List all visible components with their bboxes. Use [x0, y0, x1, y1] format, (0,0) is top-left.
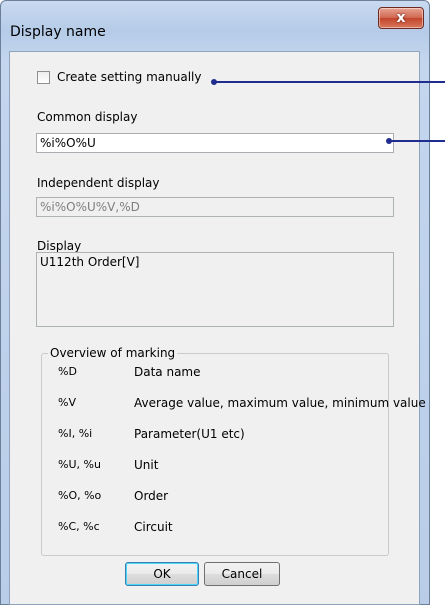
marking-desc: Order [134, 489, 169, 503]
marking-code: %O, %o [58, 489, 102, 502]
marking-row: %V Average value, maximum value, minimum… [42, 396, 426, 414]
marking-code: %D [58, 365, 77, 378]
marking-row: %C, %c Circuit [42, 520, 388, 538]
marking-desc: Circuit [134, 520, 173, 534]
marking-code: %I, %i [58, 427, 93, 440]
create-manually-checkbox[interactable] [37, 70, 50, 84]
dialog-window: Display name x Create setting manually C… [0, 0, 430, 605]
marking-row: %I, %i Parameter(U1 etc) [42, 427, 388, 445]
marking-row: %O, %o Order [42, 489, 388, 507]
common-display-input[interactable]: %i%O%U [36, 133, 394, 153]
cancel-button[interactable]: Cancel [204, 562, 280, 586]
marking-desc: Average value, maximum value, minimum va… [134, 396, 426, 410]
marking-code: %V [58, 396, 76, 409]
marking-desc: Parameter(U1 etc) [134, 427, 245, 441]
callout-line-manual [214, 81, 445, 83]
independent-display-label: Independent display [37, 176, 160, 190]
title-bar[interactable]: Display name x [1, 1, 429, 51]
marking-code: %C, %c [58, 520, 100, 533]
marking-desc: Unit [134, 458, 159, 472]
close-button[interactable]: x [378, 7, 424, 29]
dialog-title: Display name [10, 24, 106, 40]
marking-row: %D Data name [42, 365, 388, 383]
marking-row: %U, %u Unit [42, 458, 388, 476]
display-preview: U112th Order[V] [36, 252, 394, 327]
create-manually-row[interactable]: Create setting manually [37, 70, 201, 84]
independent-display-input: %i%O%U%V,%D [36, 197, 394, 217]
common-display-label: Common display [37, 110, 138, 124]
ok-button[interactable]: OK [125, 562, 199, 586]
marking-desc: Data name [134, 365, 201, 379]
marking-overview-title: Overview of marking [48, 346, 178, 360]
marking-code: %U, %u [58, 458, 101, 471]
display-label: Display [37, 239, 82, 253]
dialog-client-area: Create setting manually Common display %… [9, 51, 426, 605]
create-manually-label: Create setting manually [57, 70, 202, 84]
close-icon: x [396, 10, 406, 26]
marking-overview-group: Overview of marking %D Data name %V Aver… [41, 346, 426, 556]
callout-line-common [389, 140, 445, 142]
